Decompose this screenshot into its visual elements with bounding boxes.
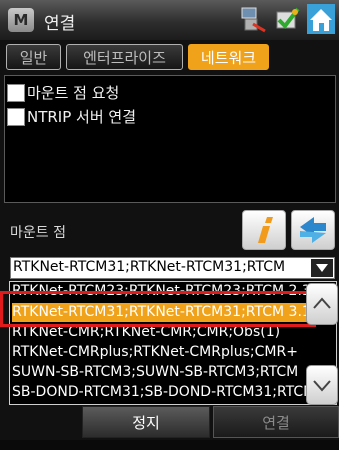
device-icon[interactable] [239,4,267,34]
app-menu-icon[interactable]: M [8,8,34,32]
tab-general[interactable]: 일반 [6,44,61,70]
window-title: 연결 [44,14,76,34]
mount-point-selected: RTKNet-RTCM31;RTKNet-RTCM31;RTCM [13,259,286,275]
check-icon[interactable] [273,4,301,34]
refresh-button[interactable] [291,210,335,250]
stop-button[interactable]: 정지 [82,406,210,438]
bottom-bar [0,440,339,450]
chevron-down-icon [313,380,331,392]
mount-point-dropdown[interactable]: RTKNet-RTCM31;RTKNet-RTCM31;RTCM [10,257,335,279]
chevron-down-icon [316,264,328,272]
info-button[interactable] [242,210,286,250]
mount-point-request-option[interactable]: 마운트 점 요청 [7,82,119,103]
list-item[interactable]: RTKNet-CMRplus;RTKNet-CMRplus;CMR+ [12,343,307,362]
ntrip-server-option[interactable]: NTRIP 서버 연결 [7,106,136,127]
tab-bar: 일반 엔터프라이즈 네트워크 [0,40,339,74]
ntrip-server-label: NTRIP 서버 연결 [27,108,137,126]
list-item[interactable]: SUWN-SB-RTCM3;SUWN-SB-RTCM3;RTCM [12,363,307,382]
home-icon[interactable] [307,4,335,34]
scroll-down-button[interactable] [306,365,338,405]
mount-point-request-checkbox[interactable] [7,83,25,102]
tab-enterprise[interactable]: 엔터프라이즈 [66,44,183,70]
mount-point-request-label: 마운트 점 요청 [27,84,120,102]
dropdown-toggle[interactable] [311,259,333,277]
selection-highlight-box [0,291,316,327]
list-item[interactable]: SB-DOND-RTCM31;SB-DOND-RTCM31;RTCM [12,383,307,402]
status-icons [239,4,335,34]
title-bar: M 연결 [0,0,339,40]
ntrip-server-checkbox[interactable] [7,107,25,126]
mount-point-label: 마운트 점 [10,225,66,241]
scroll-up-button[interactable] [306,283,338,325]
info-icon [258,217,273,243]
connect-button[interactable]: 연결 [213,406,339,438]
tab-network[interactable]: 네트워크 [188,44,269,70]
options-panel: 마운트 점 요청 NTRIP 서버 연결 [4,75,336,203]
chevron-up-icon [313,297,331,309]
refresh-icon [300,217,326,243]
